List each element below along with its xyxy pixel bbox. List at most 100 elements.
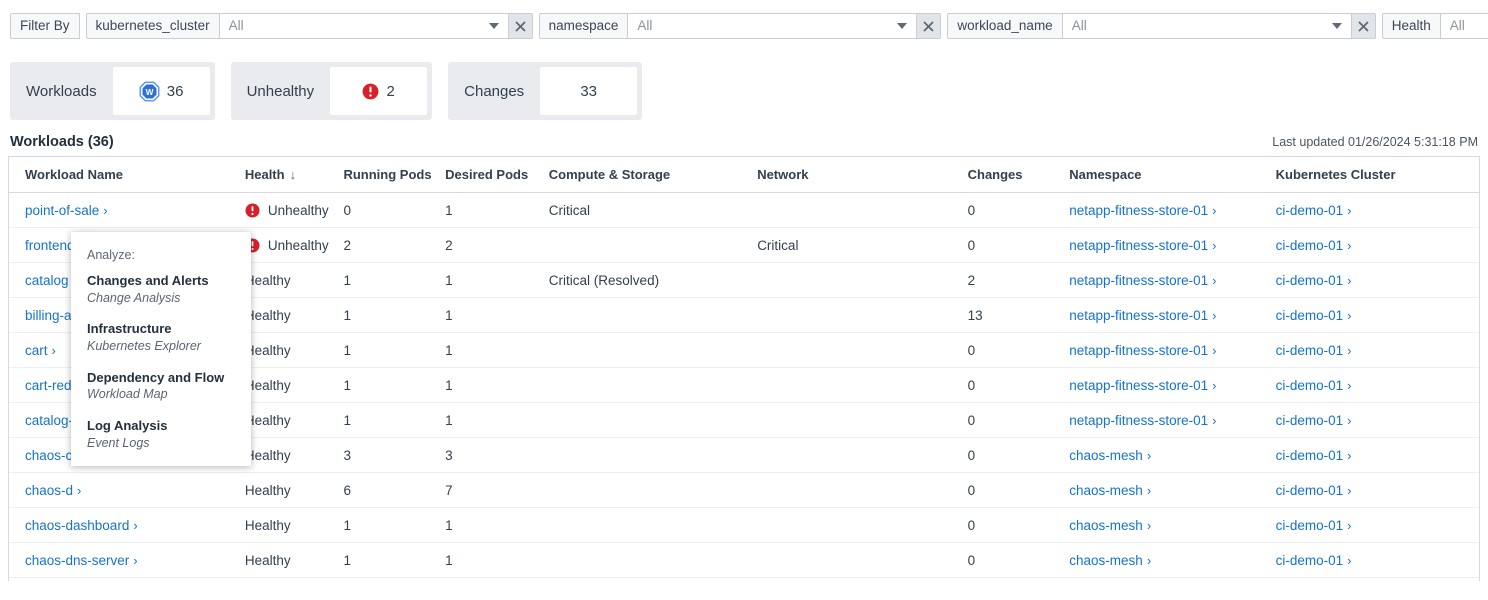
workload-name-link[interactable]: billing-a: [25, 308, 72, 323]
menu-item-log-analysis[interactable]: Log Analysis Event Logs: [71, 417, 251, 451]
clear-filter-button[interactable]: [917, 13, 941, 39]
column-header-workload-name[interactable]: Workload Name: [9, 157, 245, 193]
table-row[interactable]: chaos-d›Healthy670chaos-mesh›ci-demo-01›: [9, 473, 1479, 508]
cluster-link[interactable]: ci-demo-01: [1276, 413, 1344, 428]
chevron-right-icon[interactable]: ›: [1212, 343, 1216, 358]
cell-desired-pods: 7: [445, 473, 549, 508]
cluster-link[interactable]: ci-demo-01: [1276, 238, 1344, 253]
filter-value-dropdown[interactable]: All: [1440, 13, 1488, 39]
cluster-link[interactable]: ci-demo-01: [1276, 308, 1344, 323]
menu-item-changes-and-alerts[interactable]: Changes and Alerts Change Analysis: [71, 272, 251, 306]
chevron-right-icon[interactable]: ›: [1347, 308, 1351, 323]
namespace-link[interactable]: netapp-fitness-store-01: [1069, 378, 1208, 393]
cluster-link[interactable]: ci-demo-01: [1276, 343, 1344, 358]
chevron-right-icon[interactable]: ›: [1212, 203, 1216, 218]
chevron-right-icon[interactable]: ›: [1347, 553, 1351, 568]
stat-card-unhealthy[interactable]: Unhealthy 2: [231, 62, 433, 120]
cluster-link[interactable]: ci-demo-01: [1276, 203, 1344, 218]
cluster-link[interactable]: ci-demo-01: [1276, 518, 1344, 533]
cell-health: Unhealthy: [245, 193, 344, 228]
filter-value-text: All: [637, 14, 889, 38]
namespace-link[interactable]: netapp-fitness-store-01: [1069, 273, 1208, 288]
chevron-right-icon[interactable]: ›: [52, 343, 56, 358]
chevron-right-icon[interactable]: ›: [133, 553, 137, 568]
workload-name-link[interactable]: cart-red: [25, 378, 72, 393]
cluster-link[interactable]: ci-demo-01: [1276, 553, 1344, 568]
chevron-right-icon[interactable]: ›: [1347, 483, 1351, 498]
health-status-text: Healthy: [245, 378, 291, 393]
chevron-right-icon[interactable]: ›: [1212, 308, 1216, 323]
namespace-link[interactable]: netapp-fitness-store-01: [1069, 203, 1208, 218]
chevron-right-icon[interactable]: ›: [133, 518, 137, 533]
cell-health: Healthy: [245, 403, 344, 438]
column-header-compute-storage[interactable]: Compute & Storage: [549, 157, 757, 193]
chevron-right-icon[interactable]: ›: [1212, 413, 1216, 428]
namespace-link[interactable]: chaos-mesh: [1069, 448, 1143, 463]
workload-name-link[interactable]: cart: [25, 343, 48, 358]
menu-item-dependency-and-flow[interactable]: Dependency and Flow Workload Map: [71, 369, 251, 403]
workload-name-link[interactable]: point-of-sale: [25, 203, 99, 218]
chevron-right-icon[interactable]: ›: [103, 203, 107, 218]
stat-card-workloads[interactable]: Workloads W 36: [10, 62, 215, 120]
table-row[interactable]: point-of-sale›Unhealthy01Critical0netapp…: [9, 193, 1479, 228]
last-updated-text: Last updated 01/26/2024 5:31:18 PM: [1272, 135, 1478, 149]
column-header-desired-pods[interactable]: Desired Pods: [445, 157, 549, 193]
workload-name-link[interactable]: chaos-c: [25, 448, 72, 463]
clear-filter-button[interactable]: [1352, 13, 1376, 39]
column-header-running-pods[interactable]: Running Pods: [343, 157, 445, 193]
chevron-right-icon[interactable]: ›: [1347, 518, 1351, 533]
workload-name-link[interactable]: frontend: [25, 238, 75, 253]
namespace-link[interactable]: netapp-fitness-store-01: [1069, 343, 1208, 358]
chevron-right-icon[interactable]: ›: [1347, 203, 1351, 218]
cell-kubernetes-cluster: ci-demo-01›: [1276, 193, 1479, 228]
workload-name-link[interactable]: chaos-dashboard: [25, 518, 129, 533]
workload-name-link[interactable]: catalog: [25, 273, 69, 288]
cluster-link[interactable]: ci-demo-01: [1276, 273, 1344, 288]
chevron-right-icon[interactable]: ›: [1347, 378, 1351, 393]
chevron-right-icon[interactable]: ›: [1212, 273, 1216, 288]
column-header-kubernetes-cluster[interactable]: Kubernetes Cluster: [1276, 157, 1479, 193]
chevron-right-icon[interactable]: ›: [1212, 238, 1216, 253]
namespace-link[interactable]: netapp-fitness-store-01: [1069, 238, 1208, 253]
workload-name-link[interactable]: catalog-: [25, 413, 73, 428]
chevron-right-icon[interactable]: ›: [1347, 273, 1351, 288]
cell-network: [757, 438, 967, 473]
chevron-right-icon[interactable]: ›: [1212, 378, 1216, 393]
namespace-link[interactable]: chaos-mesh: [1069, 483, 1143, 498]
namespace-link[interactable]: netapp-fitness-store-01: [1069, 413, 1208, 428]
workload-name-link[interactable]: chaos-dns-server: [25, 553, 129, 568]
clear-filter-button[interactable]: [509, 13, 533, 39]
chevron-right-icon[interactable]: ›: [77, 483, 81, 498]
column-header-changes[interactable]: Changes: [968, 157, 1070, 193]
chevron-right-icon[interactable]: ›: [1347, 448, 1351, 463]
table-row[interactable]: chaos-dashboard›Healthy110chaos-mesh›ci-…: [9, 508, 1479, 543]
chevron-right-icon[interactable]: ›: [1147, 518, 1151, 533]
filter-value-dropdown[interactable]: All: [1062, 13, 1352, 39]
cell-changes: 0: [968, 438, 1070, 473]
table-row[interactable]: chaos-dns-server›Healthy110chaos-mesh›ci…: [9, 543, 1479, 578]
column-header-network[interactable]: Network: [757, 157, 967, 193]
namespace-link[interactable]: chaos-mesh: [1069, 553, 1143, 568]
chevron-right-icon[interactable]: ›: [1147, 553, 1151, 568]
stat-card-changes[interactable]: Changes 33: [448, 62, 642, 120]
namespace-link[interactable]: chaos-mesh: [1069, 518, 1143, 533]
workload-name-link[interactable]: chaos-d: [25, 483, 73, 498]
cluster-link[interactable]: ci-demo-01: [1276, 483, 1344, 498]
column-header-health[interactable]: Health↓: [245, 157, 344, 193]
filter-value-dropdown[interactable]: All: [219, 13, 509, 39]
cell-namespace: netapp-fitness-store-01 ›: [1069, 403, 1275, 438]
chevron-right-icon[interactable]: ›: [1147, 483, 1151, 498]
chevron-right-icon[interactable]: ›: [1147, 448, 1151, 463]
cluster-link[interactable]: ci-demo-01: [1276, 448, 1344, 463]
cell-kubernetes-cluster: ci-demo-01›: [1276, 543, 1479, 578]
chevron-right-icon[interactable]: ›: [1347, 238, 1351, 253]
column-header-namespace[interactable]: Namespace: [1069, 157, 1275, 193]
filter-value-dropdown[interactable]: All: [627, 13, 917, 39]
cell-health: Healthy: [245, 543, 344, 578]
menu-item-infrastructure[interactable]: Infrastructure Kubernetes Explorer: [71, 320, 251, 354]
chevron-right-icon[interactable]: ›: [1347, 413, 1351, 428]
filter-value-text: All: [1450, 14, 1488, 38]
namespace-link[interactable]: netapp-fitness-store-01: [1069, 308, 1208, 323]
cluster-link[interactable]: ci-demo-01: [1276, 378, 1344, 393]
chevron-right-icon[interactable]: ›: [1347, 343, 1351, 358]
